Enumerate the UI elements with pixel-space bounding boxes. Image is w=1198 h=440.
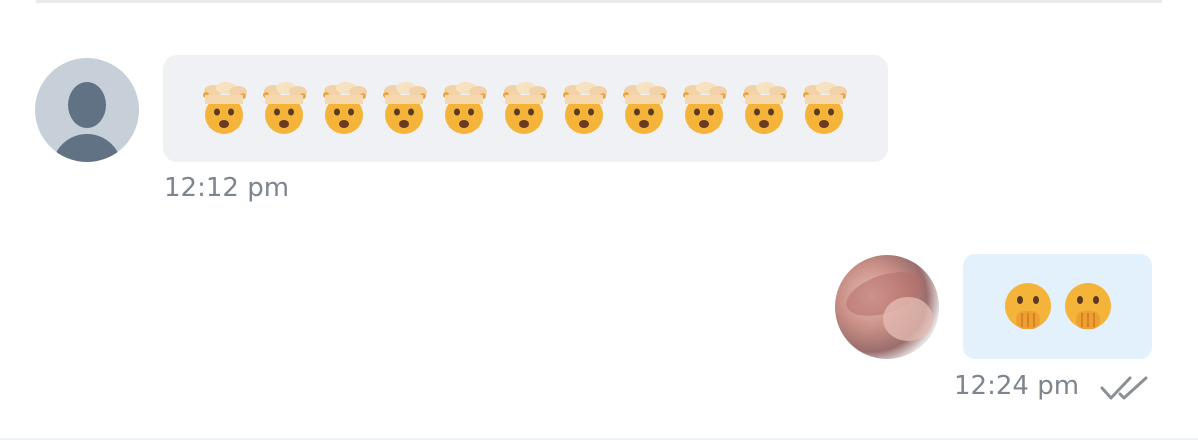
outgoing-message-bubble[interactable] bbox=[963, 254, 1152, 359]
outgoing-message-time: 12:24 pm bbox=[954, 371, 1080, 401]
sender-avatar[interactable] bbox=[35, 58, 139, 162]
exploding-head-emoji bbox=[383, 81, 427, 134]
exploding-head-emoji bbox=[323, 81, 367, 134]
exploding-head-emoji bbox=[503, 81, 547, 134]
outgoing-emoji-row bbox=[1000, 279, 1116, 335]
incoming-emoji-row bbox=[196, 81, 852, 137]
incoming-message-time: 12:12 pm bbox=[164, 173, 290, 203]
own-avatar[interactable] bbox=[835, 255, 939, 359]
top-divider bbox=[36, 0, 1162, 3]
face-with-hand-over-mouth-emoji bbox=[1004, 282, 1051, 329]
exploding-head-emoji bbox=[743, 81, 787, 134]
exploding-head-emoji bbox=[803, 81, 847, 134]
exploding-head-emoji bbox=[623, 81, 667, 134]
face-with-hand-over-mouth-emoji bbox=[1064, 282, 1111, 329]
exploding-head-emoji bbox=[443, 81, 487, 134]
incoming-message-bubble[interactable] bbox=[163, 55, 888, 162]
avatar-photo-shade bbox=[883, 297, 933, 341]
exploding-head-emoji bbox=[263, 81, 307, 134]
avatar-head-shape bbox=[68, 82, 106, 128]
exploding-head-emoji bbox=[563, 81, 607, 134]
exploding-head-emoji bbox=[203, 81, 247, 134]
exploding-head-emoji bbox=[683, 81, 727, 134]
avatar-body-shape bbox=[52, 134, 122, 162]
double-check-read-icon bbox=[1100, 376, 1148, 400]
